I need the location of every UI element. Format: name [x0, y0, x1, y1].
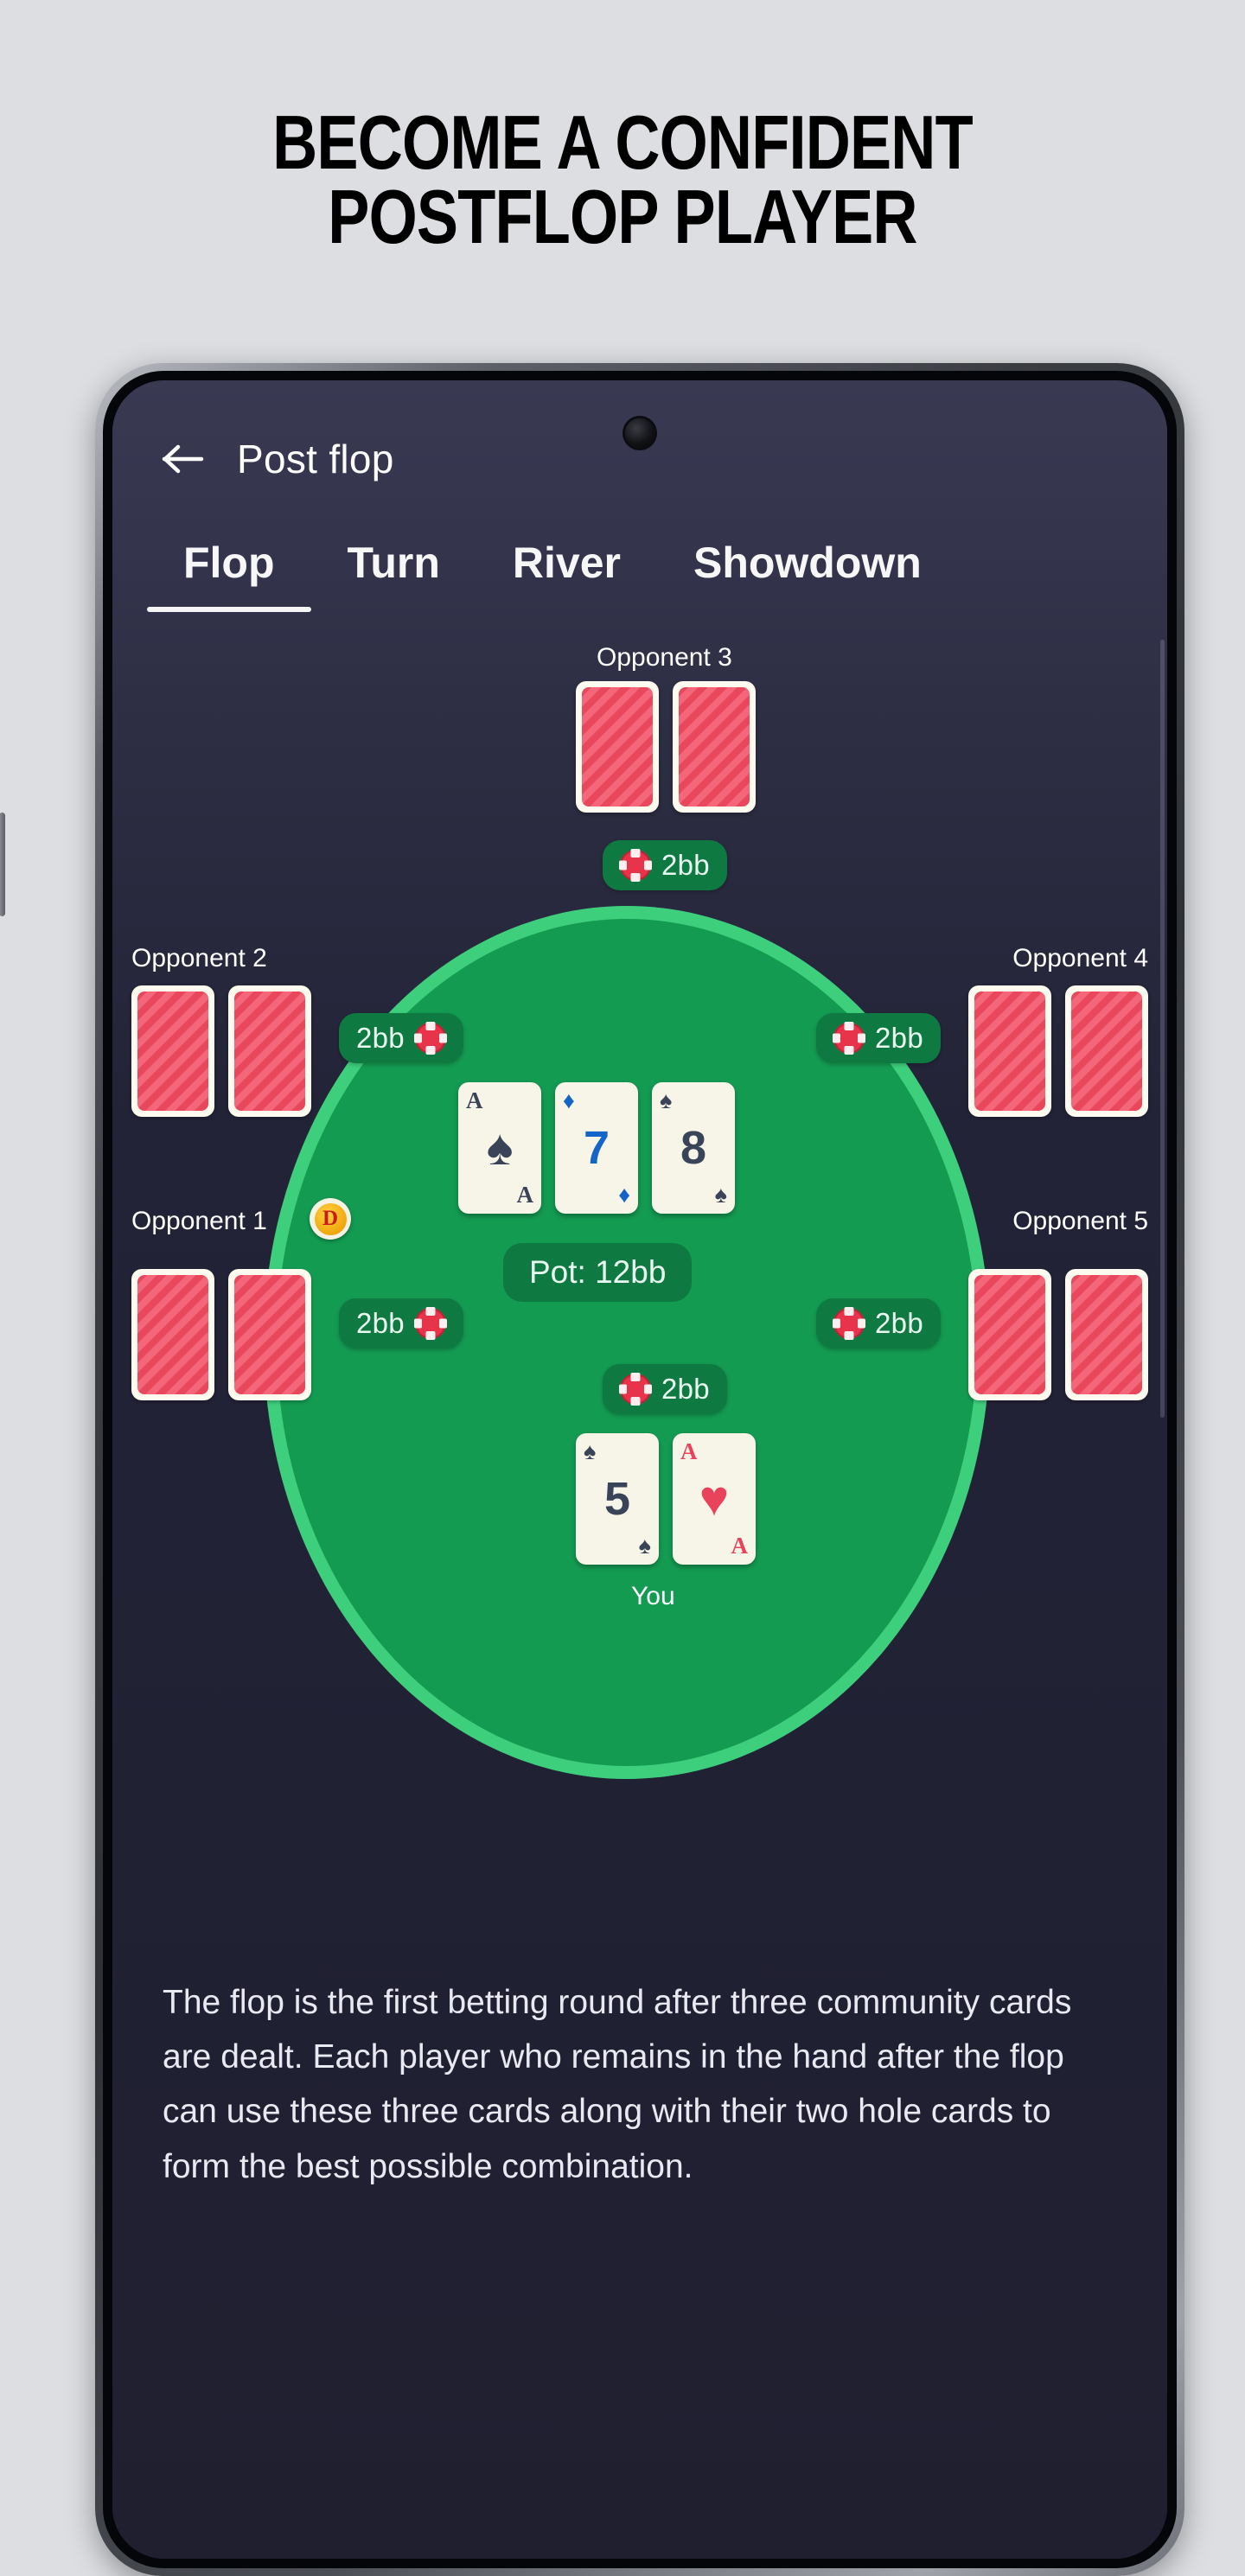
card-back — [131, 985, 214, 1117]
card-back — [131, 1269, 214, 1400]
card-suit-pip: ♠ — [486, 1119, 514, 1176]
pot-amount: Pot: 12bb — [503, 1243, 693, 1302]
card-back — [228, 1269, 311, 1400]
card-rank-bottom: A — [731, 1533, 749, 1559]
seat-label-you: You — [631, 1582, 675, 1610]
card-back — [968, 1269, 1051, 1400]
bet-badge-opponent-2: 2bb — [339, 1013, 463, 1063]
stage-tab-bar: Flop Turn River Showdown — [112, 526, 1167, 638]
bet-badge-opponent-3: 2bb — [603, 840, 727, 890]
phone-screen: Post flop Flop Turn River Showdown Oppon… — [112, 380, 1167, 2559]
card-suit-top: ♦ — [563, 1087, 575, 1113]
bet-badge-opponent-4: 2bb — [816, 1013, 941, 1063]
headline-line-2: POSTFLOP PLAYER — [328, 174, 917, 260]
poker-chip-icon — [413, 1308, 447, 1339]
app-content-scroll[interactable]: Post flop Flop Turn River Showdown Oppon… — [112, 380, 1167, 2559]
poker-chip-icon — [833, 1308, 866, 1339]
card-rank-top: A — [466, 1087, 483, 1113]
community-card-3: ♠ 8 ♠ — [652, 1082, 735, 1214]
content-scrollbar[interactable] — [1160, 640, 1165, 1418]
tab-turn[interactable]: Turn — [311, 526, 476, 588]
poker-chip-icon — [619, 1374, 652, 1405]
seat-label-opponent-4: Opponent 4 — [1012, 944, 1148, 972]
poker-chip-icon — [619, 850, 652, 881]
card-rank: 5 — [603, 1473, 631, 1525]
hole-card-2: A ♥ A — [673, 1433, 756, 1565]
bet-amount: 2bb — [661, 849, 710, 881]
card-suit-pip: ♥ — [699, 1470, 730, 1527]
seat-label-opponent-3: Opponent 3 — [597, 643, 732, 672]
bet-amount: 2bb — [356, 1307, 405, 1339]
front-camera-icon — [625, 418, 654, 448]
stage-description: The flop is the first betting round afte… — [163, 1984, 1072, 2185]
phone-bezel: Post flop Flop Turn River Showdown Oppon… — [103, 371, 1177, 2568]
hole-card-1: ♠ 5 ♠ — [576, 1433, 659, 1565]
community-card-1: A ♠ A — [458, 1082, 541, 1214]
poker-chip-icon — [833, 1023, 866, 1054]
promo-headline: BECOME A CONFIDENT POSTFLOP PLAYER — [112, 99, 1133, 260]
card-suit-bottom: ♠ — [638, 1533, 651, 1559]
dealer-badge-label: D — [314, 1202, 347, 1235]
tab-river[interactable]: River — [476, 526, 657, 588]
card-back — [1065, 1269, 1148, 1400]
bet-amount: 2bb — [875, 1307, 923, 1339]
bet-amount: 2bb — [875, 1022, 923, 1054]
power-button[interactable] — [0, 813, 5, 916]
card-suit-bottom: ♦ — [618, 1182, 630, 1208]
community-card-2: ♦ 7 ♦ — [555, 1082, 638, 1214]
tab-flop[interactable]: Flop — [147, 526, 311, 612]
card-rank-top: A — [680, 1438, 698, 1464]
arrow-left-icon[interactable] — [161, 437, 206, 481]
card-suit-top: ♠ — [660, 1087, 673, 1113]
seat-label-opponent-5: Opponent 5 — [1012, 1207, 1148, 1235]
card-suit-top: ♠ — [584, 1438, 597, 1464]
bet-badge-opponent-5: 2bb — [816, 1298, 941, 1349]
card-back — [576, 681, 659, 813]
poker-table: Opponent 3 2bb Opponent 2 2bb Opponent 4… — [112, 640, 1167, 1893]
card-back — [673, 681, 756, 813]
card-rank-bottom: A — [516, 1182, 534, 1208]
dealer-button-icon: D — [310, 1198, 351, 1240]
seat-label-opponent-1: Opponent 1 — [131, 1207, 267, 1235]
poker-chip-icon — [413, 1023, 447, 1054]
bet-amount: 2bb — [356, 1022, 405, 1054]
bet-amount: 2bb — [661, 1373, 710, 1405]
page-title: Post flop — [237, 437, 394, 481]
headline-line-1: BECOME A CONFIDENT — [272, 99, 974, 185]
card-back — [1065, 985, 1148, 1117]
phone-mockup-frame: Post flop Flop Turn River Showdown Oppon… — [0, 363, 1184, 2576]
card-back — [228, 985, 311, 1117]
card-rank: 7 — [583, 1122, 610, 1174]
bet-badge-you: 2bb — [603, 1364, 727, 1414]
tab-showdown[interactable]: Showdown — [657, 526, 958, 588]
card-back — [968, 985, 1051, 1117]
card-rank: 8 — [680, 1122, 707, 1174]
seat-label-opponent-2: Opponent 2 — [131, 944, 267, 972]
bet-badge-opponent-1: 2bb — [339, 1298, 463, 1349]
card-suit-bottom: ♠ — [714, 1182, 727, 1208]
